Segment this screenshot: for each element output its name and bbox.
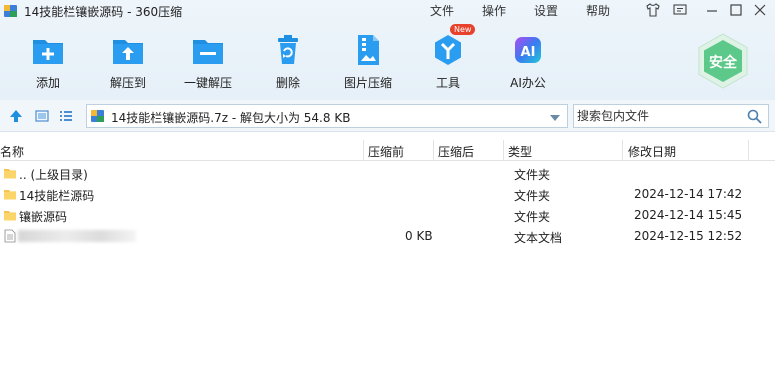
top-area: 14技能栏镶嵌源码 - 360压缩 文件 操作 设置 帮助 添加 解压到 一键解…: [0, 0, 775, 100]
archive-icon: [91, 109, 105, 123]
file-name: 镶嵌源码: [19, 210, 68, 224]
add-icon: [30, 32, 66, 68]
search-input[interactable]: [577, 108, 737, 124]
column-type[interactable]: 类型: [508, 143, 532, 160]
delete-button[interactable]: 删除: [250, 32, 326, 91]
add-button[interactable]: 添加: [10, 32, 86, 91]
column-name[interactable]: 名称: [0, 143, 24, 160]
text-file-icon: [3, 229, 17, 243]
list-item[interactable]: 镶嵌源码 文件夹 2024-12-14 15:45: [0, 205, 775, 226]
column-size[interactable]: 压缩前: [368, 143, 404, 160]
address-row: 14技能栏镶嵌源码.7z - 解包大小为 54.8 KB: [0, 100, 775, 132]
image-compress-button[interactable]: 图片压缩: [330, 32, 406, 91]
menu-settings[interactable]: 设置: [534, 2, 558, 19]
up-arrow-icon[interactable]: [8, 108, 24, 124]
safe-label: 安全: [709, 55, 737, 71]
feedback-icon[interactable]: [672, 2, 688, 18]
menu-file[interactable]: 文件: [430, 2, 454, 19]
folder-icon: [3, 208, 17, 222]
menu-help[interactable]: 帮助: [586, 2, 610, 19]
extract-to-icon: [110, 32, 146, 68]
new-badge: New: [450, 24, 476, 35]
search-box[interactable]: [573, 104, 769, 128]
tools-icon: New: [430, 24, 476, 68]
one-click-extract-button[interactable]: 一键解压: [170, 32, 246, 91]
search-icon[interactable]: [747, 109, 762, 124]
file-size: 0 KB: [405, 229, 433, 243]
ai-office-label: AI办公: [510, 76, 546, 90]
delete-label: 删除: [275, 76, 300, 90]
window-title: 14技能栏镶嵌源码 - 360压缩: [24, 5, 183, 19]
list-header: 名称 压缩前 压缩后 类型 修改日期: [0, 140, 775, 161]
file-name: .. (上级目录): [19, 168, 88, 182]
file-modified: 2024-12-14 15:45: [634, 208, 743, 222]
extract-to-label: 解压到: [109, 76, 146, 90]
file-type: 文件夹: [514, 168, 551, 182]
ai-office-icon: AI: [510, 32, 546, 68]
one-click-extract-label: 一键解压: [183, 76, 232, 90]
one-click-extract-icon: [190, 32, 226, 68]
address-bar[interactable]: 14技能栏镶嵌源码.7z - 解包大小为 54.8 KB: [86, 104, 568, 128]
delete-icon: [270, 32, 306, 68]
list-item[interactable]: .. (上级目录) 文件夹: [0, 163, 775, 184]
ai-office-button[interactable]: AI AI办公: [490, 32, 566, 91]
archive-path: 14技能栏镶嵌源码.7z - 解包大小为 54.8 KB: [111, 111, 351, 125]
column-packed[interactable]: 压缩后: [438, 143, 474, 160]
column-modified[interactable]: 修改日期: [628, 143, 676, 160]
file-name: 14技能栏源码: [19, 189, 95, 203]
title-bar: 14技能栏镶嵌源码 - 360压缩 文件 操作 设置 帮助: [0, 0, 775, 22]
list-item[interactable]: 0 KB 文本文档 2024-12-15 12:52: [0, 226, 775, 247]
menu-operate[interactable]: 操作: [482, 2, 506, 19]
folder-icon: [3, 187, 17, 201]
file-modified: 2024-12-15 12:52: [634, 229, 743, 243]
column-divider[interactable]: [503, 140, 504, 160]
column-divider[interactable]: [748, 140, 749, 160]
thumbnail-view-icon[interactable]: [34, 108, 50, 124]
image-compress-label: 图片压缩: [343, 76, 392, 90]
file-type: 文本文档: [514, 231, 563, 245]
maximize-icon[interactable]: [728, 2, 744, 18]
file-type: 文件夹: [514, 210, 551, 224]
archive-app-icon: [4, 4, 18, 18]
tools-label: 工具: [435, 76, 460, 90]
minimize-icon[interactable]: [704, 2, 720, 18]
file-modified: 2024-12-14 17:42: [634, 187, 743, 201]
security-shield[interactable]: 安全: [694, 32, 752, 90]
column-divider[interactable]: [433, 140, 434, 160]
list-view-icon[interactable]: [58, 108, 74, 124]
redacted-file-name: [18, 230, 136, 242]
column-divider[interactable]: [363, 140, 364, 160]
file-type: 文件夹: [514, 189, 551, 203]
chevron-down-icon[interactable]: [549, 112, 561, 122]
close-icon[interactable]: [752, 2, 768, 18]
svg-text:AI: AI: [521, 45, 536, 60]
folder-icon: [3, 166, 17, 180]
image-compress-icon: [350, 32, 386, 68]
tools-button[interactable]: New 工具: [410, 24, 486, 91]
column-divider[interactable]: [622, 140, 623, 160]
skin-icon[interactable]: [645, 2, 661, 18]
extract-to-button[interactable]: 解压到: [90, 32, 166, 91]
list-item[interactable]: 14技能栏源码 文件夹 2024-12-14 17:42: [0, 184, 775, 205]
add-label: 添加: [35, 76, 60, 90]
